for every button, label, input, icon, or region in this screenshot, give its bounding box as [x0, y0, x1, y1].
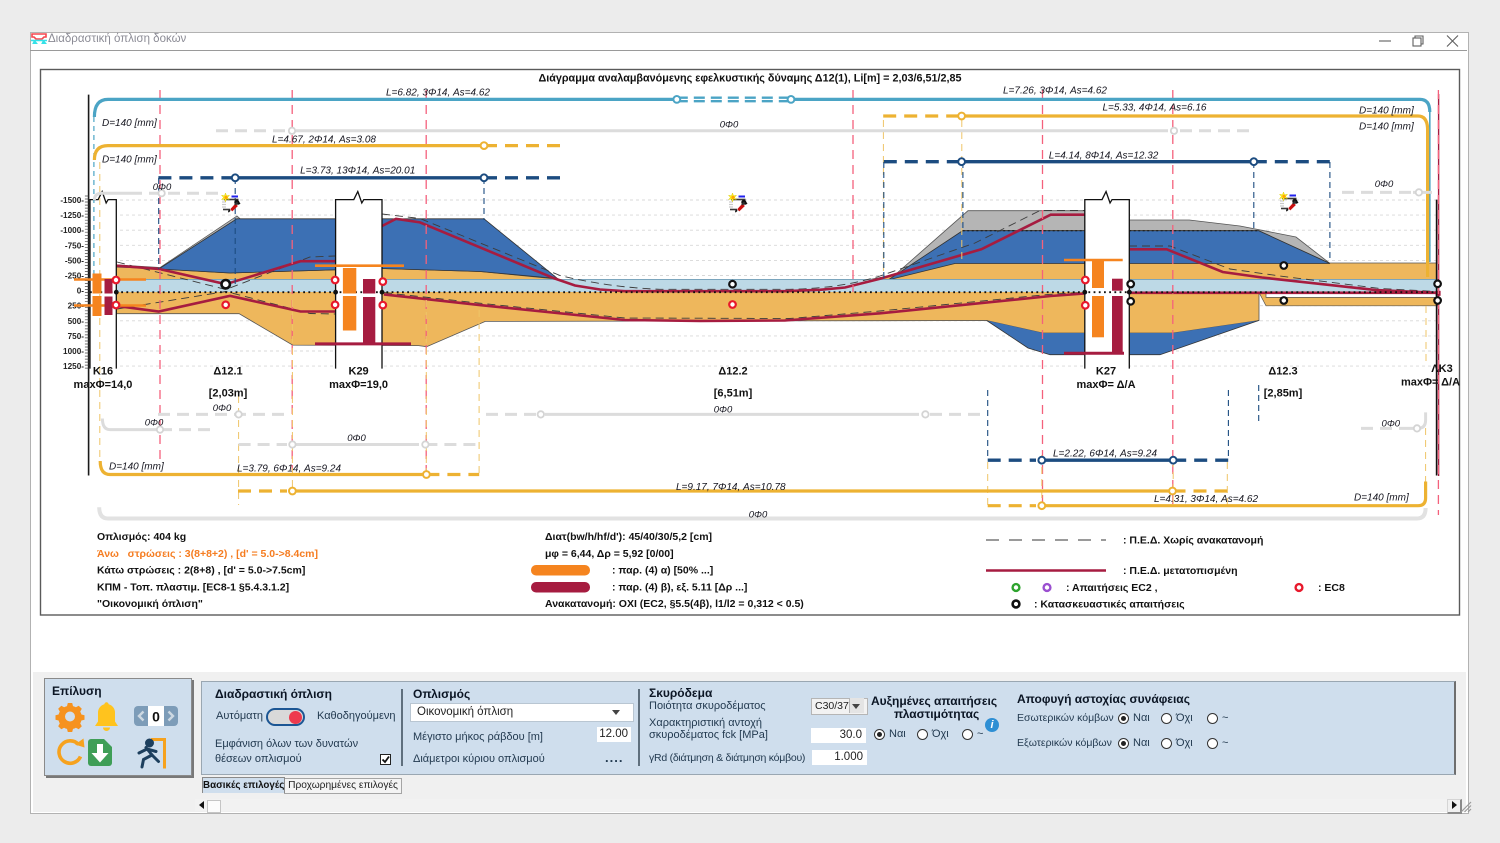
- svg-text:0Φ0: 0Φ0: [714, 405, 733, 416]
- svg-text:Δ12.1: Δ12.1: [213, 366, 242, 378]
- svg-text:maxΦ=19,0: maxΦ=19,0: [329, 379, 388, 391]
- svg-text:Άνω στρώσεις : 3(8+8+2) , [d: Άνω στρώσεις : 3(8+8+2) , [d' = 5.0->8.4…: [97, 548, 318, 560]
- svg-text:ΛΚ3: ΛΚ3: [1431, 363, 1452, 375]
- svg-text:-500-: -500-: [65, 256, 84, 265]
- svg-text:: Π.Ε.Δ. Χωρίς ανακατανομή: : Π.Ε.Δ. Χωρίς ανακατανομή: [1123, 535, 1263, 547]
- svg-text:-1000-: -1000-: [60, 226, 84, 235]
- svg-text:: Απαιτήσεις EC2 ,: : Απαιτήσεις EC2 ,: [1066, 582, 1158, 594]
- svg-text:[2,85m]: [2,85m]: [1264, 388, 1303, 400]
- svg-text:D=140 [mm]: D=140 [mm]: [109, 462, 164, 473]
- svg-text:L=6.82, 3Φ14, As=4.62: L=6.82, 3Φ14, As=4.62: [386, 88, 490, 99]
- svg-text:0Φ0: 0Φ0: [145, 417, 164, 428]
- svg-text:0Φ0: 0Φ0: [1382, 418, 1401, 429]
- svg-text:Διάγραμμα αναλαμβανόμενης εφελ: Διάγραμμα αναλαμβανόμενης εφελκυστικής δ…: [538, 73, 961, 85]
- svg-text:maxΦ= Δ/Α: maxΦ= Δ/Α: [1401, 377, 1460, 389]
- svg-text:[6,51m]: [6,51m]: [714, 388, 753, 400]
- svg-text:: Κατασκευαστικές απαιτήσεις: : Κατασκευαστικές απαιτήσεις: [1034, 599, 1185, 611]
- svg-text:L=7.26, 3Φ14, As=4.62: L=7.26, 3Φ14, As=4.62: [1003, 86, 1107, 97]
- svg-text:maxΦ= Δ/Α: maxΦ= Δ/Α: [1076, 379, 1135, 391]
- svg-text:D=140 [mm]: D=140 [mm]: [102, 118, 157, 129]
- svg-text:μφ = 6,44, Δρ = 5,92 [0/00]: μφ = 6,44, Δρ = 5,92 [0/00]: [545, 548, 674, 560]
- svg-text:K27: K27: [1096, 366, 1116, 378]
- svg-text:D=140 [mm]: D=140 [mm]: [1354, 493, 1409, 504]
- svg-text:-1250-: -1250-: [60, 211, 84, 220]
- svg-text:0Φ0: 0Φ0: [347, 433, 366, 444]
- svg-text:-750-: -750-: [65, 241, 84, 250]
- svg-text:750-: 750-: [68, 332, 85, 341]
- svg-text:[2,03m]: [2,03m]: [209, 388, 248, 400]
- svg-text:Ανακατανομή: ΟΧΙ (EC2, §5.5(4β: Ανακατανομή: ΟΧΙ (EC2, §5.5(4β), l1/l2 =…: [545, 598, 804, 610]
- svg-text:maxΦ=14,0: maxΦ=14,0: [74, 379, 133, 391]
- svg-text:L=3.73, 13Φ14, As=20.01: L=3.73, 13Φ14, As=20.01: [300, 166, 415, 177]
- svg-text:1000-: 1000-: [63, 347, 84, 356]
- svg-text:Διατ(bw/h/hf/d'): 45/40/30/5,2: Διατ(bw/h/hf/d'): 45/40/30/5,2 [cm]: [545, 531, 712, 543]
- svg-text:Κάτω στρώσεις : 2(8+8) , [d' =: Κάτω στρώσεις : 2(8+8) , [d' = 5.0->7.5c…: [97, 565, 305, 577]
- svg-text:0Φ0: 0Φ0: [153, 182, 172, 193]
- svg-text:L=4.14, 8Φ14, As=12.32: L=4.14, 8Φ14, As=12.32: [1049, 151, 1159, 162]
- svg-text:0Φ0: 0Φ0: [749, 510, 768, 521]
- svg-text:L=4.67, 2Φ14, As=3.08: L=4.67, 2Φ14, As=3.08: [272, 135, 376, 146]
- svg-text:0: 0: [152, 709, 160, 725]
- svg-text:0Φ0: 0Φ0: [720, 119, 739, 130]
- svg-text:L=2.22, 6Φ14, As=9.24: L=2.22, 6Φ14, As=9.24: [1053, 449, 1157, 460]
- svg-text:L=3.79, 6Φ14, As=9.24: L=3.79, 6Φ14, As=9.24: [237, 464, 341, 475]
- svg-text:Οπλισμός: 404 kg: Οπλισμός: 404 kg: [97, 531, 186, 543]
- svg-text:D=140 [mm]: D=140 [mm]: [1359, 122, 1414, 133]
- svg-text:ΚΠΜ - Τοπ. πλαστιμ. [EC8-1 §5.: ΚΠΜ - Τοπ. πλαστιμ. [EC8-1 §5.4.3.1.2]: [97, 581, 289, 593]
- svg-text:L=9.17, 7Φ14, As=10.78: L=9.17, 7Φ14, As=10.78: [676, 482, 786, 493]
- svg-text:L=5.33, 4Φ14, As=6.16: L=5.33, 4Φ14, As=6.16: [1102, 103, 1206, 114]
- svg-text:"Οικονομική όπλιση": "Οικονομική όπλιση": [97, 598, 203, 610]
- svg-text:L=4.31, 3Φ14, As=4.62: L=4.31, 3Φ14, As=4.62: [1154, 494, 1258, 505]
- svg-text:0-: 0-: [77, 287, 85, 296]
- svg-text:-1500-: -1500-: [60, 196, 84, 205]
- svg-text:: παρ. (4) β), εξ. 5.11 [Δρ ..: : παρ. (4) β), εξ. 5.11 [Δρ ...]: [612, 581, 747, 593]
- svg-text:500-: 500-: [68, 317, 85, 326]
- svg-text:Δ12.2: Δ12.2: [718, 366, 747, 378]
- svg-text:: παρ. (4) α) [50% ...]: : παρ. (4) α) [50% ...]: [612, 565, 713, 577]
- svg-text:D=140 [mm]: D=140 [mm]: [102, 155, 157, 166]
- svg-text:1250-: 1250-: [63, 362, 84, 371]
- svg-text:Δ12.3: Δ12.3: [1268, 366, 1297, 378]
- svg-text:D=140 [mm]: D=140 [mm]: [1359, 106, 1414, 117]
- svg-text:: EC8: : EC8: [1318, 582, 1345, 594]
- svg-text:0Φ0: 0Φ0: [213, 403, 232, 414]
- svg-text:: Π.Ε.Δ. μετατοπισμένη: : Π.Ε.Δ. μετατοπισμένη: [1123, 565, 1238, 577]
- svg-text:K16: K16: [93, 366, 113, 378]
- svg-text:0Φ0: 0Φ0: [1375, 179, 1394, 190]
- svg-text:K29: K29: [349, 366, 369, 378]
